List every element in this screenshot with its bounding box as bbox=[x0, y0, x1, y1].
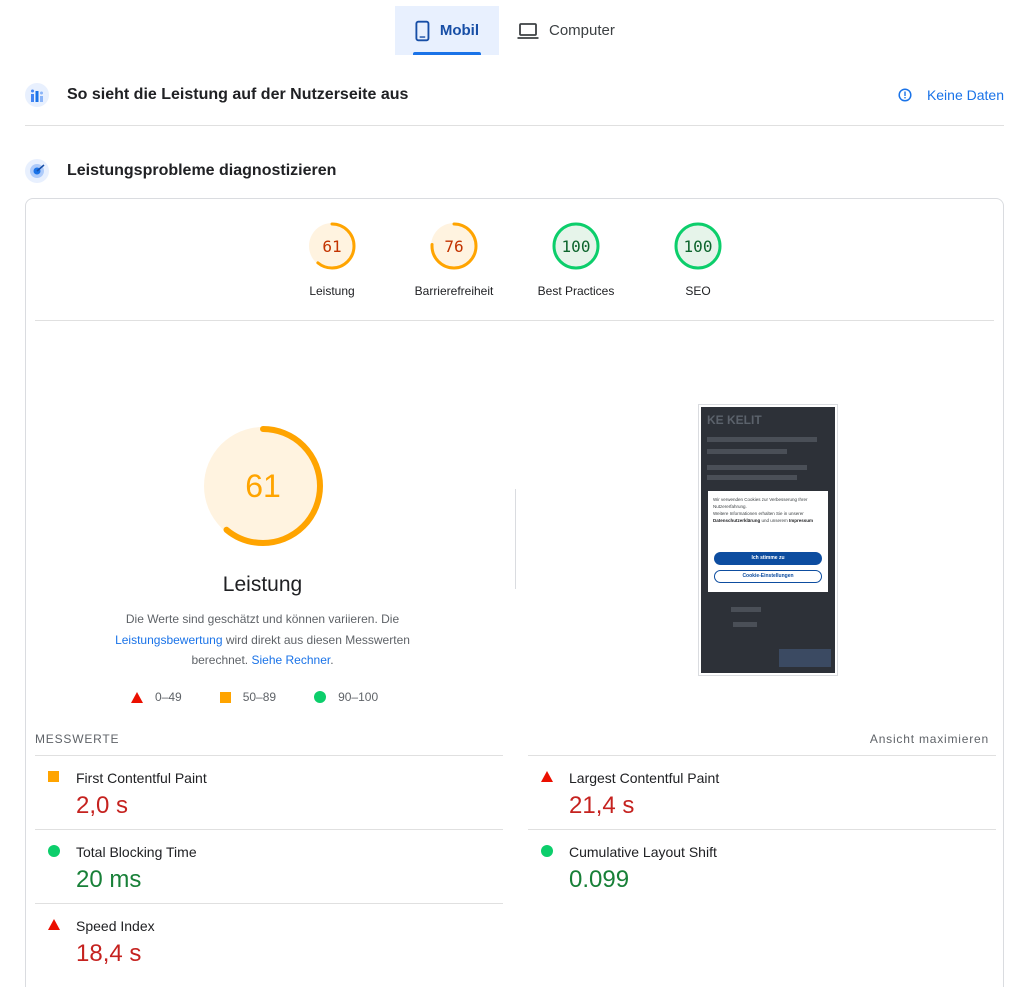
vertical-separator bbox=[515, 489, 516, 589]
performance-score-link[interactable]: Leistungsbewertung bbox=[115, 633, 222, 647]
section-divider bbox=[25, 125, 1004, 126]
page-screenshot[interactable]: KE KELIT Wir verwenden Cookies zur Verbe… bbox=[698, 404, 838, 676]
metric-value: 21,4 s bbox=[569, 792, 635, 819]
circle-icon bbox=[314, 691, 327, 703]
gauge-label: Leistung bbox=[309, 284, 355, 298]
triangle-icon bbox=[541, 771, 553, 782]
legend-label: 50–89 bbox=[242, 690, 277, 704]
triangle-icon bbox=[48, 919, 60, 930]
tab-mobile[interactable]: Mobil bbox=[395, 6, 499, 55]
tab-mobile-label: Mobil bbox=[439, 22, 479, 39]
metric-value: 18,4 s bbox=[76, 940, 142, 967]
square-icon bbox=[48, 771, 59, 782]
metric-name: Cumulative Layout Shift bbox=[569, 844, 717, 860]
metric-cls: Cumulative Layout Shift 0.099 bbox=[528, 829, 996, 903]
cookie-text: und unserem bbox=[760, 518, 790, 523]
screenshot-line bbox=[707, 475, 797, 480]
legend-fail: 0–49 bbox=[131, 690, 182, 704]
metrics-title: Messwerte bbox=[35, 732, 120, 746]
metric-name: Total Blocking Time bbox=[76, 844, 197, 860]
cookie-settings-button: Cookie-Einstellungen bbox=[714, 570, 822, 583]
cookie-dialog: Wir verwenden Cookies zur Verbesserung I… bbox=[708, 491, 828, 592]
gauge-score: 100 bbox=[561, 236, 591, 256]
card-divider bbox=[35, 320, 994, 321]
screenshot-content: KE KELIT Wir verwenden Cookies zur Verbe… bbox=[701, 407, 835, 673]
metric-lcp: Largest Contentful Paint 21,4 s bbox=[528, 755, 996, 829]
gauge-score: 61 bbox=[322, 236, 342, 256]
metric-value: 0.099 bbox=[569, 866, 630, 893]
cookie-text: Weitere Informationen erhalten Sie in un… bbox=[713, 511, 804, 516]
smartphone-icon bbox=[415, 20, 430, 41]
cookie-text: Wir verwenden Cookies zur Verbesserung I… bbox=[713, 497, 808, 509]
screenshot-line bbox=[733, 622, 757, 627]
info-icon bbox=[898, 88, 912, 102]
site-logo: KE KELIT bbox=[707, 413, 762, 427]
accept-button: Ich stimme zu bbox=[714, 552, 822, 565]
gauge-performance[interactable]: 61 Leistung bbox=[277, 221, 387, 298]
legend-label: 0–49 bbox=[155, 690, 182, 704]
screenshot-badge bbox=[779, 649, 831, 667]
gauge-accessibility[interactable]: 76 Barrierefreiheit bbox=[399, 221, 509, 298]
metric-name: Speed Index bbox=[76, 918, 155, 934]
gauge-score: 100 bbox=[683, 236, 713, 256]
category-gauges: 61 Leistung 76 Barrierefreiheit 100 Best… bbox=[26, 221, 1003, 301]
metric-fcp: First Contentful Paint 2,0 s bbox=[35, 755, 503, 829]
metric-name: Largest Contentful Paint bbox=[569, 770, 720, 786]
performance-title: Leistung bbox=[222, 573, 303, 596]
legend-pass: 90–100 bbox=[314, 690, 378, 704]
legend-average: 50–89 bbox=[219, 690, 277, 704]
no-data-link[interactable]: Keine Daten bbox=[898, 87, 1004, 103]
metric-tbt: Total Blocking Time 20 ms bbox=[35, 829, 503, 903]
tab-desktop-label: Computer bbox=[549, 22, 615, 39]
field-data-header: So sieht die Leistung auf der Nutzerseit… bbox=[25, 82, 1004, 108]
privacy-link: Datenschutzerklärung bbox=[713, 518, 761, 523]
gauge-score: 76 bbox=[444, 236, 464, 256]
triangle-icon bbox=[131, 691, 143, 703]
no-data-label: Keine Daten bbox=[926, 87, 1004, 103]
field-data-title: So sieht die Leistung auf der Nutzerseit… bbox=[67, 86, 409, 103]
screenshot-line bbox=[707, 437, 817, 442]
metric-value: 2,0 s bbox=[76, 792, 129, 819]
tab-desktop[interactable]: Computer bbox=[499, 6, 635, 55]
metrics-header: Messwerte Ansicht maximieren bbox=[35, 732, 989, 746]
performance-description: Die Werte sind geschätzt und können vari… bbox=[91, 609, 434, 671]
square-icon bbox=[219, 691, 231, 703]
diagnose-icon bbox=[25, 159, 49, 183]
score-legend: 0–49 50–89 90–100 bbox=[131, 690, 416, 704]
gauge-label: Best Practices bbox=[537, 284, 615, 298]
lab-data-title: Leistungsprobleme diagnostizieren bbox=[67, 162, 337, 179]
gauge-seo[interactable]: 100 SEO bbox=[643, 221, 753, 298]
screenshot-line bbox=[707, 449, 787, 454]
legend-label: 90–100 bbox=[338, 690, 379, 704]
circle-icon bbox=[541, 845, 553, 857]
imprint-link: Impressum bbox=[789, 518, 814, 523]
performance-gauge: 61 bbox=[201, 424, 325, 548]
gauge-best-practices[interactable]: 100 Best Practices bbox=[521, 221, 631, 298]
metric-speed-index: Speed Index 18,4 s bbox=[35, 903, 503, 977]
lab-data-header: Leistungsprobleme diagnostizieren bbox=[25, 158, 1004, 184]
screenshot-line bbox=[731, 607, 761, 612]
gauge-label: SEO bbox=[685, 284, 711, 298]
calculator-link[interactable]: Siehe Rechner bbox=[251, 653, 330, 667]
circle-icon bbox=[48, 845, 60, 857]
device-tabs: Mobil Computer bbox=[395, 6, 635, 56]
description-text: Die Werte sind geschätzt und können vari… bbox=[125, 612, 400, 626]
expand-view-toggle[interactable]: Ansicht maximieren bbox=[870, 732, 989, 746]
report-card: 61 Leistung 76 Barrierefreiheit 100 Best… bbox=[25, 198, 1004, 987]
screenshot-line bbox=[707, 465, 807, 470]
description-text: . bbox=[330, 653, 334, 667]
gauge-label: Barrierefreiheit bbox=[414, 284, 494, 298]
metric-value: 20 ms bbox=[76, 866, 142, 893]
field-data-icon bbox=[25, 83, 49, 107]
metric-name: First Contentful Paint bbox=[76, 770, 207, 786]
performance-score: 61 bbox=[245, 467, 281, 504]
laptop-icon bbox=[517, 22, 539, 39]
